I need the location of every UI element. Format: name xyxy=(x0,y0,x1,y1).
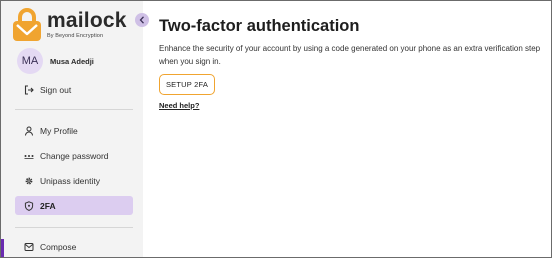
brand-tagline: By Beyond Encryption xyxy=(47,33,104,39)
sidebar-item-label: Unipass identity xyxy=(40,175,101,186)
sign-out-icon xyxy=(23,84,34,95)
sidebar-item-label: Change password xyxy=(40,150,109,161)
collapse-sidebar-button[interactable] xyxy=(135,13,149,27)
sidebar-item-my-profile[interactable]: My Profile xyxy=(15,121,133,140)
person-icon xyxy=(23,125,34,136)
shield-icon xyxy=(23,200,34,211)
sidebar-divider xyxy=(15,227,133,228)
sidebar-item-label: My Profile xyxy=(40,125,78,136)
app-window: mailock By Beyond Encryption MA Musa Ade… xyxy=(0,0,552,258)
chevron-left-icon xyxy=(139,16,144,24)
sidebar-item-change-password[interactable]: Change password xyxy=(15,146,133,165)
padlock-logo-icon xyxy=(13,8,41,41)
compose-button[interactable]: Compose xyxy=(15,237,133,256)
sidebar: mailock By Beyond Encryption MA Musa Ade… xyxy=(1,1,143,257)
sidebar-divider xyxy=(15,109,133,110)
sidebar-item-unipass-identity[interactable]: Unipass identity xyxy=(15,171,133,190)
password-dots-icon xyxy=(23,150,34,161)
sign-out-label: Sign out xyxy=(40,84,72,95)
compose-label: Compose xyxy=(40,241,77,252)
need-help-link[interactable]: Need help? xyxy=(159,101,199,110)
setup-2fa-button[interactable]: SETUP 2FA xyxy=(159,74,215,95)
page-title: Two-factor authentication xyxy=(159,17,360,35)
sidebar-item-2fa[interactable]: 2FA xyxy=(15,196,133,215)
sidebar-item-label: 2FA xyxy=(40,200,56,211)
brand-name: mailock xyxy=(47,9,127,32)
gear-icon xyxy=(23,175,34,186)
user-profile: MA Musa Adedji xyxy=(17,48,94,74)
compose-accent-bar xyxy=(1,239,4,257)
main-content: Two-factor authentication Enhance the se… xyxy=(143,1,551,257)
user-name: Musa Adedji xyxy=(50,56,94,66)
compose-icon xyxy=(23,241,34,252)
mailock-logo[interactable]: mailock By Beyond Encryption xyxy=(11,7,127,43)
avatar[interactable]: MA xyxy=(17,48,43,74)
sign-out-link[interactable]: Sign out xyxy=(15,80,133,99)
page-description: Enhance the security of your account by … xyxy=(159,44,541,66)
